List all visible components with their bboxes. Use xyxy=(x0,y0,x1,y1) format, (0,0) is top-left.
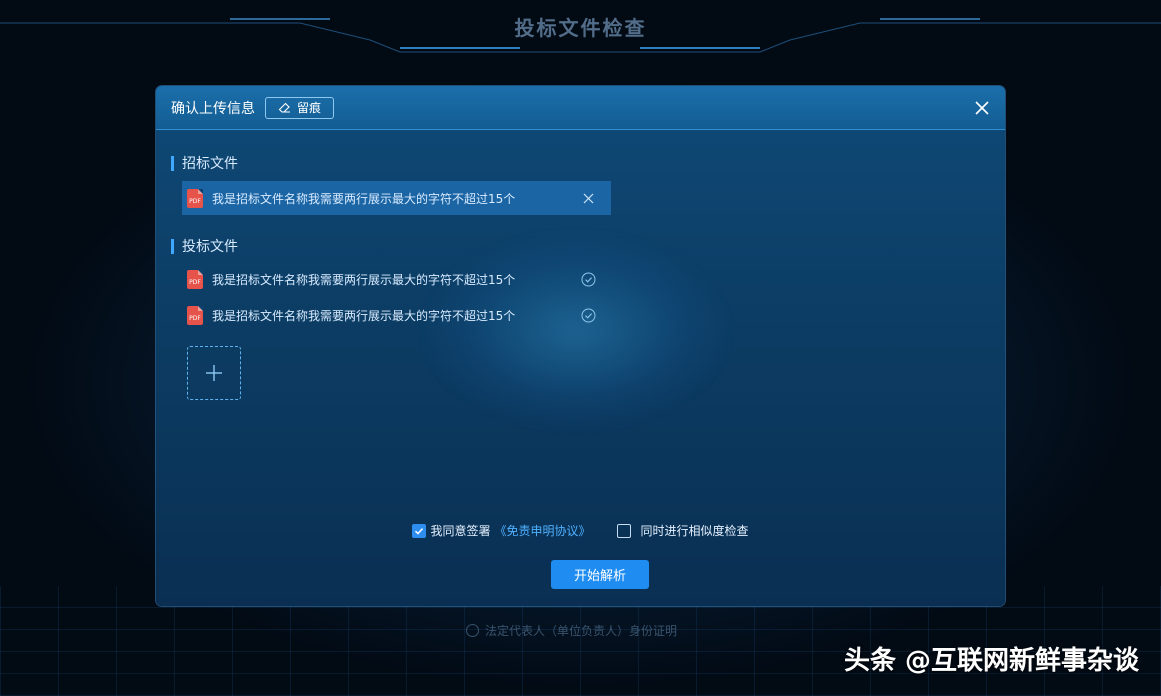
agreement-label: 我同意签署 xyxy=(430,524,491,538)
bid-section-title: 投标文件 xyxy=(171,236,238,256)
checkmark-icon xyxy=(415,527,424,535)
check-circle-icon xyxy=(580,307,596,323)
tender-section-label: 招标文件 xyxy=(182,156,238,172)
tender-file-row[interactable]: PDF 我是招标文件名称我需要两行展示最大的字符不超过15个 xyxy=(182,181,611,215)
footer-hint: 法定代表人（单位负责人）身份证明 xyxy=(466,622,677,639)
eraser-icon xyxy=(278,102,290,113)
trace-button-label: 留痕 xyxy=(297,101,322,115)
disclaimer-agreement-link[interactable]: 《免责申明协议》 xyxy=(494,522,590,539)
similarity-checkbox[interactable] xyxy=(616,523,631,538)
pdf-icon: PDF xyxy=(187,269,203,289)
file-name: 我是招标文件名称我需要两行展示最大的字符不超过15个 xyxy=(212,191,516,206)
bid-section-label: 投标文件 xyxy=(182,239,238,255)
add-file-button[interactable] xyxy=(187,346,241,400)
agreement-checkbox[interactable] xyxy=(412,523,427,538)
check-circle-icon xyxy=(580,271,596,287)
pdf-icon: PDF xyxy=(187,188,203,208)
pdf-icon: PDF xyxy=(187,305,203,325)
trace-button[interactable]: 留痕 xyxy=(265,96,335,119)
watermark: 头条 @互联网新鲜事杂谈 xyxy=(843,646,1139,676)
plus-icon xyxy=(206,365,222,381)
dialog-header: 确认上传信息 留痕 xyxy=(156,86,1005,130)
check-circle-icon xyxy=(466,624,479,637)
upload-confirm-dialog: 确认上传信息 留痕 招标文件 PDF 我是招标文件名称我需要两行展示最大的字符不… xyxy=(156,86,1005,606)
similarity-label: 同时进行相似度检查 xyxy=(640,524,749,538)
agreement-line: 我同意签署 《免责申明协议》 同时进行相似度检查 xyxy=(156,522,1005,539)
bid-file-row[interactable]: PDF 我是招标文件名称我需要两行展示最大的字符不超过15个 xyxy=(182,298,611,332)
footer-hint-text: 法定代表人（单位负责人）身份证明 xyxy=(485,624,678,638)
start-parse-button[interactable]: 开始解析 xyxy=(551,560,649,589)
close-button[interactable] xyxy=(971,97,993,119)
section-marker xyxy=(171,238,174,254)
page-title: 投标文件检查 xyxy=(514,16,647,40)
remove-icon[interactable] xyxy=(580,190,596,206)
bid-file-row[interactable]: PDF 我是招标文件名称我需要两行展示最大的字符不超过15个 xyxy=(182,262,611,296)
tender-section-title: 招标文件 xyxy=(171,153,238,173)
section-marker xyxy=(171,155,174,171)
file-name: 我是招标文件名称我需要两行展示最大的字符不超过15个 xyxy=(212,272,516,287)
dialog-title: 确认上传信息 xyxy=(171,100,255,117)
close-icon xyxy=(975,101,989,115)
file-name: 我是招标文件名称我需要两行展示最大的字符不超过15个 xyxy=(212,308,516,323)
